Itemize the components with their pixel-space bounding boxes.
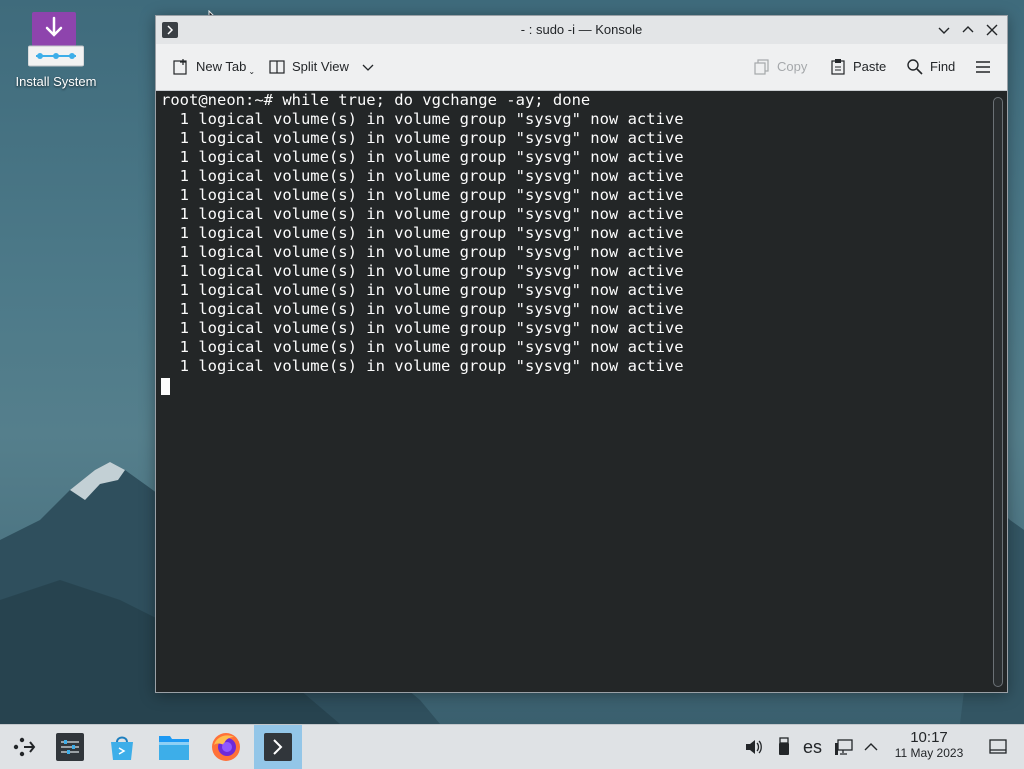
terminal-command-line: root@neon:~# while true; do vgchange -ay… (161, 91, 591, 109)
terminal-output-line: 1 logical volume(s) in volume group "sys… (161, 319, 684, 337)
taskbar-system-settings[interactable] (46, 725, 94, 769)
paste-label: Paste (853, 59, 887, 74)
network-wired-icon (835, 739, 853, 755)
desktop-icon-label: Install System (15, 74, 97, 89)
terminal-output-line: 1 logical volume(s) in volume group "sys… (161, 167, 684, 185)
taskbar: es 10:17 11 May 2023 (0, 724, 1024, 769)
volume-control[interactable] (744, 725, 764, 769)
terminal-output-line: 1 logical volume(s) in volume group "sys… (161, 243, 684, 261)
terminal-output-line: 1 logical volume(s) in volume group "sys… (161, 262, 684, 280)
terminal-output-line: 1 logical volume(s) in volume group "sys… (161, 110, 684, 128)
show-hidden-icons-button[interactable] (862, 725, 880, 769)
konsole-window: - : sudo -i — Konsole New Tab ⌄ Split Vi… (155, 15, 1008, 693)
terminal-output: root@neon:~# while true; do vgchange -ay… (161, 91, 684, 376)
copy-button[interactable]: Copy (753, 54, 807, 80)
application-launcher-button[interactable] (0, 725, 48, 769)
terminal-output-line: 1 logical volume(s) in volume group "sys… (161, 148, 684, 166)
toolbar: New Tab ⌄ Split View Copy Paste Find (156, 44, 1007, 91)
taskbar-konsole[interactable] (254, 725, 302, 769)
usb-device-icon (779, 737, 789, 755)
terminal-output-line: 1 logical volume(s) in volume group "sys… (161, 281, 684, 299)
paste-icon (831, 59, 845, 75)
keyboard-layout-indicator[interactable]: es (803, 725, 822, 769)
terminal-output-line: 1 logical volume(s) in volume group "sys… (161, 357, 684, 375)
split-view-button[interactable]: Split View (268, 54, 381, 80)
copy-icon (754, 59, 769, 75)
split-view-label: Split View (292, 59, 349, 74)
new-tab-dropdown-icon: ⌄ (248, 67, 256, 76)
desktop-icon-install-system[interactable]: Install System (8, 10, 104, 100)
title-bar[interactable]: - : sudo -i — Konsole (156, 16, 1007, 44)
digital-clock[interactable]: 10:17 11 May 2023 (888, 729, 970, 761)
chevron-up-icon (962, 26, 974, 33)
firefox-icon (212, 733, 240, 761)
taskbar-discover[interactable] (98, 725, 146, 769)
chevron-up-icon (864, 743, 878, 751)
konsole-icon (264, 733, 292, 761)
new-tab-button[interactable]: New Tab ⌄ (172, 54, 255, 80)
paste-button[interactable]: Paste (829, 54, 886, 80)
show-desktop-icon (989, 739, 1007, 754)
terminal-output-line: 1 logical volume(s) in volume group "sys… (161, 224, 684, 242)
install-system-icon (27, 10, 85, 70)
maximize-button[interactable] (959, 21, 977, 39)
minimize-button[interactable] (935, 21, 953, 39)
clock-time: 10:17 (910, 729, 948, 746)
chevron-down-icon[interactable] (361, 60, 375, 74)
hamburger-menu-icon (976, 61, 990, 73)
split-view-icon (269, 60, 285, 74)
new-tab-label: New Tab (196, 59, 247, 74)
network-indicator[interactable] (834, 725, 854, 769)
volume-icon (746, 740, 762, 754)
show-desktop-button[interactable] (988, 725, 1008, 769)
taskbar-file-manager[interactable] (150, 725, 198, 769)
copy-label: Copy (777, 59, 808, 74)
find-label: Find (930, 59, 956, 74)
terminal-scrollbar[interactable] (993, 97, 1003, 687)
removable-devices[interactable] (776, 725, 792, 769)
system-settings-icon (56, 733, 84, 761)
discover-store-icon (111, 736, 133, 760)
taskbar-firefox[interactable] (202, 725, 250, 769)
terminal-output-line: 1 logical volume(s) in volume group "sys… (161, 300, 684, 318)
hamburger-menu-button[interactable] (974, 54, 998, 80)
new-tab-icon (173, 59, 187, 75)
keyboard-layout-label: es (803, 736, 823, 757)
find-button[interactable]: Find (906, 54, 955, 80)
terminal-output-line: 1 logical volume(s) in volume group "sys… (161, 338, 684, 356)
terminal-output-line: 1 logical volume(s) in volume group "sys… (161, 129, 684, 147)
search-icon (907, 59, 923, 75)
file-manager-icon (159, 736, 189, 760)
application-launcher-icon (13, 737, 36, 757)
close-button[interactable] (983, 21, 1001, 39)
terminal-output-line: 1 logical volume(s) in volume group "sys… (161, 186, 684, 204)
chevron-down-icon (938, 27, 950, 34)
terminal-cursor (161, 378, 170, 395)
terminal-output-line: 1 logical volume(s) in volume group "sys… (161, 205, 684, 223)
clock-date: 11 May 2023 (894, 746, 964, 760)
close-icon (986, 24, 998, 36)
terminal-view[interactable]: root@neon:~# while true; do vgchange -ay… (156, 91, 1007, 692)
window-title: - : sudo -i — Konsole (520, 22, 643, 37)
